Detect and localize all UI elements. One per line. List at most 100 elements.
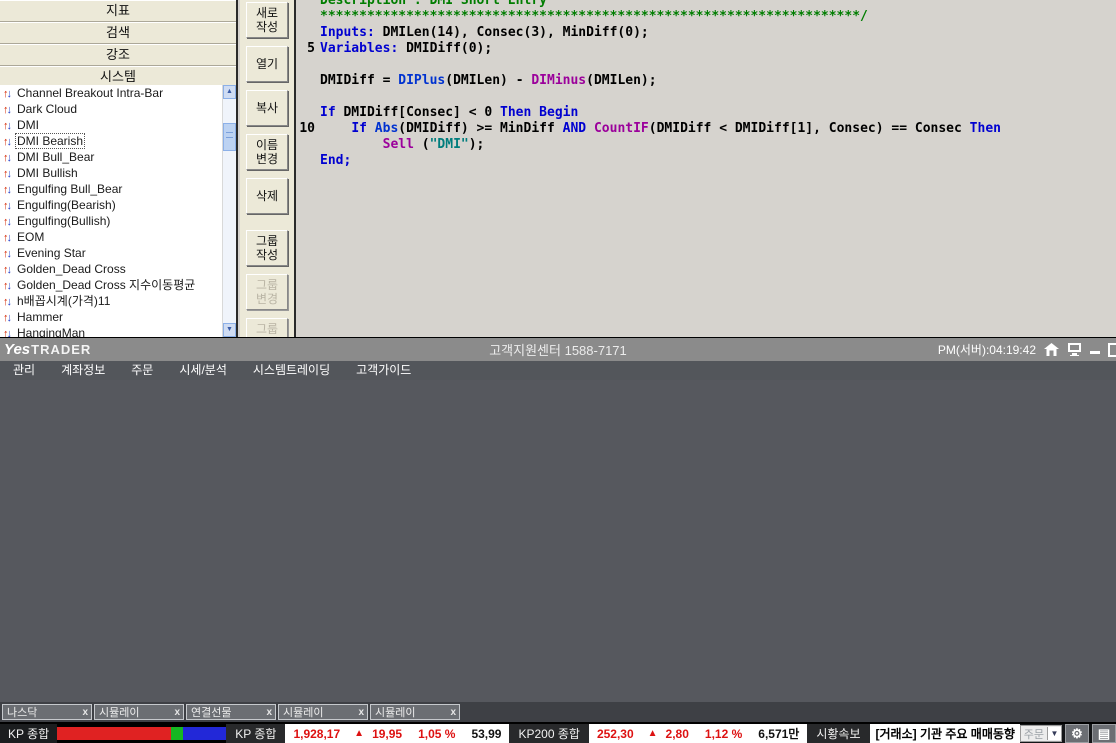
indicator-list-panel: 지표검색강조시스템 ↑↓Channel Breakout Intra-Bar↑↓… bbox=[0, 0, 238, 337]
line-number bbox=[298, 57, 318, 73]
list-item[interactable]: ↑↓HangingMan bbox=[0, 325, 223, 337]
menu-item-계좌정보[interactable]: 계좌정보 bbox=[48, 361, 118, 380]
action-button[interactable]: 새로 작성 bbox=[246, 2, 288, 38]
up-down-arrows-icon: ↑↓ bbox=[3, 248, 10, 260]
list-item[interactable]: ↑↓ DMI Bearish bbox=[0, 133, 223, 149]
menu-item-관리[interactable]: 관리 bbox=[0, 361, 48, 380]
chart-tab[interactable]: 나스닥x bbox=[2, 704, 92, 720]
maximize-button[interactable] bbox=[1108, 343, 1116, 357]
up-down-arrows-icon: ↑↓ bbox=[3, 136, 10, 148]
index2-change: 2,80 bbox=[658, 727, 697, 741]
system-editor-window: 지표검색강조시스템 ↑↓Channel Breakout Intra-Bar↑↓… bbox=[0, 0, 1116, 338]
up-down-arrows-icon: ↑↓ bbox=[3, 104, 10, 116]
list-item[interactable]: ↑↓Hammer bbox=[0, 309, 223, 325]
list-item[interactable]: ↑↓Engulfing Bull_Bear bbox=[0, 181, 223, 197]
list-item[interactable]: ↑↓ h배꼽시계(가격)11 bbox=[0, 293, 223, 309]
code-line: 10 If Abs(DMIDiff) >= MinDiff AND CountI… bbox=[298, 121, 1116, 137]
list-item-label: h배꼽시계(가격)11 bbox=[15, 293, 112, 309]
minimize-button[interactable] bbox=[1090, 351, 1100, 354]
action-button[interactable]: 그룹 작성 bbox=[246, 230, 288, 266]
code-text: Description : DMI Short Entry bbox=[318, 0, 547, 9]
system-list: ↑↓ Channel Breakout Intra-Bar↑↓Dark Cloud… bbox=[0, 85, 223, 337]
action-button[interactable]: 이름 변경 bbox=[246, 134, 288, 170]
statusbar: KP 종합 KP 종합 1,928,17 ▲ 19,95 1,05 % 53,9… bbox=[0, 724, 1116, 743]
up-triangle-icon: ▲ bbox=[642, 728, 658, 739]
up-down-arrows-icon: ↑↓ bbox=[3, 88, 10, 100]
list-item[interactable]: ↑↓Dark Cloud bbox=[0, 101, 223, 117]
scroll-up-button[interactable]: ▲ bbox=[223, 85, 236, 99]
list-item[interactable]: ↑↓Golden_Dead Cross 지수이동평균 bbox=[0, 277, 223, 293]
action-button[interactable]: 삭제 bbox=[246, 178, 288, 214]
list-scrollbar[interactable]: ▲ ▼ bbox=[222, 85, 236, 337]
index1-pct: 1,05 % bbox=[410, 727, 463, 741]
code-lines: Description : DMI Short Entry***********… bbox=[298, 0, 1116, 169]
up-down-arrows-icon: ↑↓ bbox=[3, 168, 10, 180]
news-ticker[interactable]: [거래소] 기관 주요 매매동향 bbox=[870, 724, 1020, 743]
tab-close-icon[interactable]: x bbox=[266, 705, 272, 721]
scroll-down-button[interactable]: ▼ bbox=[223, 323, 236, 337]
up-triangle-icon: ▲ bbox=[348, 728, 364, 739]
tab-label: 시뮬레이 bbox=[375, 707, 415, 719]
list-item[interactable]: ↑↓ Channel Breakout Intra-Bar bbox=[0, 85, 223, 101]
code-line bbox=[298, 57, 1116, 73]
index2-values: 252,30 ▲ 2,80 1,12 % 6,571만 bbox=[589, 724, 807, 743]
line-number bbox=[298, 153, 318, 169]
list-item[interactable]: ↑↓DMI bbox=[0, 117, 223, 133]
titlebar-right: PM(서버):04:19:42 bbox=[938, 341, 1116, 358]
menu-item-시스템트레이딩[interactable]: 시스템트레이딩 bbox=[240, 361, 343, 380]
tab-close-icon[interactable]: x bbox=[82, 705, 88, 721]
yestrader-logo: YesTRADER bbox=[4, 341, 91, 359]
yestrader-app: 지표검색강조시스템 ↑↓Channel Breakout Intra-Bar↑↓… bbox=[0, 0, 1116, 743]
up-down-arrows-icon: ↑↓ bbox=[3, 328, 10, 337]
chevron-down-icon[interactable]: ▼ bbox=[1047, 727, 1061, 740]
tab-label: 시뮬레이 bbox=[283, 707, 323, 719]
action-button[interactable]: 열기 bbox=[246, 46, 288, 82]
monitor-icon[interactable] bbox=[1067, 343, 1082, 356]
menu-item-시세/분석[interactable]: 시세/분석 bbox=[166, 361, 240, 380]
up-down-arrows-icon: ↑↓ bbox=[3, 152, 10, 164]
list-item-label: DMI Bearish bbox=[15, 133, 85, 149]
panel-header-group: 지표검색강조시스템 bbox=[0, 0, 236, 88]
list-item[interactable]: ↑↓EOM bbox=[0, 229, 223, 245]
settings-button[interactable]: ⚙ bbox=[1065, 724, 1089, 743]
index1-badge: KP 종합 bbox=[226, 724, 285, 743]
tab-close-icon[interactable]: x bbox=[358, 705, 364, 721]
list-item-label: Engulfing Bull_Bear bbox=[15, 181, 124, 197]
list-item[interactable]: ↑↓Evening Star bbox=[0, 245, 223, 261]
up-down-arrows-icon: ↑↓ bbox=[3, 312, 10, 324]
list-item[interactable]: ↑↓DMI Bullish bbox=[0, 165, 223, 181]
menu-item-주문[interactable]: 주문 bbox=[118, 361, 166, 380]
chart-tab[interactable]: 시뮬레이 x bbox=[370, 704, 460, 720]
line-number bbox=[298, 89, 318, 105]
market-heat-bar bbox=[57, 724, 226, 743]
order-combobox[interactable]: 주문 ▼ bbox=[1020, 725, 1062, 742]
code-editor[interactable]: Description : DMI Short Entry***********… bbox=[298, 0, 1116, 337]
scroll-thumb[interactable] bbox=[223, 123, 236, 151]
tab-close-icon[interactable]: x bbox=[174, 705, 180, 721]
action-button[interactable]: 복사 bbox=[246, 90, 288, 126]
line-number: 10 bbox=[298, 121, 318, 137]
list-item-label: DMI Bull_Bear bbox=[15, 149, 96, 165]
list-item[interactable]: ↑↓Engulfing(Bearish) bbox=[0, 197, 223, 213]
panel-header-검색[interactable]: 검색 bbox=[0, 22, 236, 44]
list-item[interactable]: ↑↓Engulfing(Bullish) bbox=[0, 213, 223, 229]
chart-tab[interactable]: 시뮬레이 x bbox=[278, 704, 368, 720]
list-item-label: Channel Breakout Intra-Bar bbox=[15, 85, 165, 101]
panel-header-강조[interactable]: 강조 bbox=[0, 44, 236, 66]
up-down-arrows-icon: ↑↓ bbox=[3, 200, 10, 212]
list-item[interactable]: ↑↓Golden_Dead Cross bbox=[0, 261, 223, 277]
log-button[interactable]: ▤ bbox=[1092, 724, 1116, 743]
code-line: 5Variables: DMIDiff(0); bbox=[298, 41, 1116, 57]
tab-close-icon[interactable]: x bbox=[450, 705, 456, 721]
list-item[interactable]: ↑↓ DMI Bull_Bear bbox=[0, 149, 223, 165]
list-item-label: EOM bbox=[15, 229, 46, 245]
panel-header-지표[interactable]: 지표 bbox=[0, 0, 236, 22]
home-icon[interactable] bbox=[1044, 343, 1059, 356]
heat-bar-blue bbox=[183, 727, 226, 740]
tab-label: 연결선물 bbox=[191, 707, 231, 719]
chart-tab[interactable]: 연결선물 x bbox=[186, 704, 276, 720]
chart-tab[interactable]: 시뮬레이x bbox=[94, 704, 184, 720]
menu-item-고객가이드[interactable]: 고객가이드 bbox=[343, 361, 424, 380]
line-number bbox=[298, 0, 318, 9]
up-down-arrows-icon: ↑↓ bbox=[3, 296, 10, 308]
